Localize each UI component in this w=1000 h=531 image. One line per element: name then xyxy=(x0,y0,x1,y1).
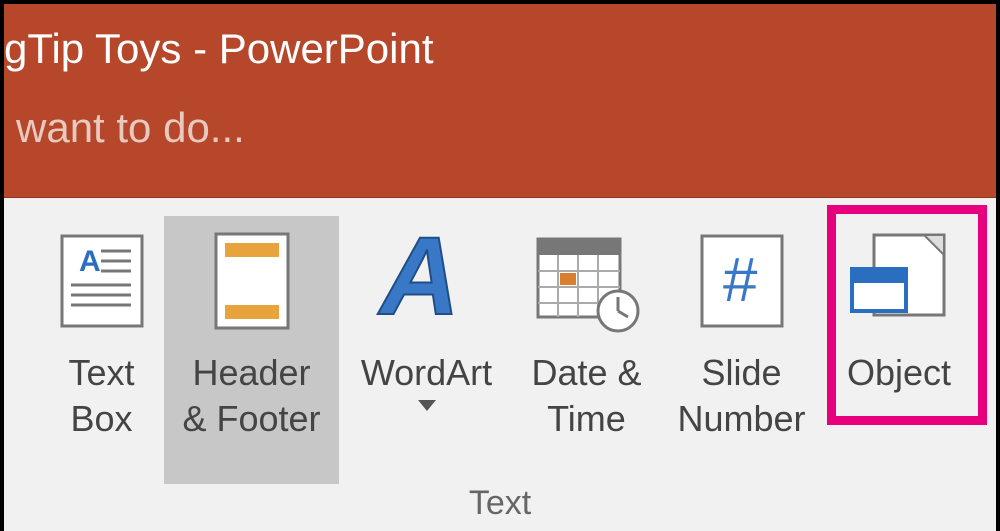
object-icon xyxy=(844,216,954,346)
svg-text:#: # xyxy=(723,246,758,315)
svg-text:A: A xyxy=(377,226,459,336)
tell-me-placeholder: want to do... xyxy=(16,104,245,152)
ribbon-row: A Text Box xyxy=(4,198,996,484)
text-box-button[interactable]: A Text Box xyxy=(39,216,164,484)
wordart-label: WordArt xyxy=(361,350,492,411)
date-time-icon xyxy=(532,216,642,346)
tell-me-bar[interactable]: want to do... xyxy=(4,94,996,198)
wordart-button[interactable]: A A WordArt xyxy=(339,216,514,484)
object-label: Object xyxy=(847,350,951,442)
dropdown-caret-icon xyxy=(418,400,436,411)
object-button[interactable]: Object xyxy=(824,216,974,484)
header-footer-icon xyxy=(213,216,291,346)
date-time-label: Date & Time xyxy=(531,350,641,442)
window-frame: gTip Toys - PowerPoint want to do... A xyxy=(0,0,1000,531)
text-box-icon: A xyxy=(59,216,145,346)
slide-number-icon: # xyxy=(697,216,787,346)
ribbon-group-label: Text xyxy=(4,484,996,531)
slide-number-label: Slide Number xyxy=(677,350,805,442)
header-footer-label: Header & Footer xyxy=(182,350,320,442)
ribbon-text-group: A Text Box xyxy=(4,198,996,531)
title-bar: gTip Toys - PowerPoint xyxy=(4,4,996,94)
text-box-label: Text Box xyxy=(68,350,134,442)
date-time-button[interactable]: Date & Time xyxy=(514,216,659,484)
slide-number-button[interactable]: # Slide Number xyxy=(659,216,824,484)
header-footer-button[interactable]: Header & Footer xyxy=(164,216,339,484)
svg-text:A: A xyxy=(79,245,101,278)
window-title: gTip Toys - PowerPoint xyxy=(4,25,434,73)
wordart-icon: A A xyxy=(372,216,482,346)
